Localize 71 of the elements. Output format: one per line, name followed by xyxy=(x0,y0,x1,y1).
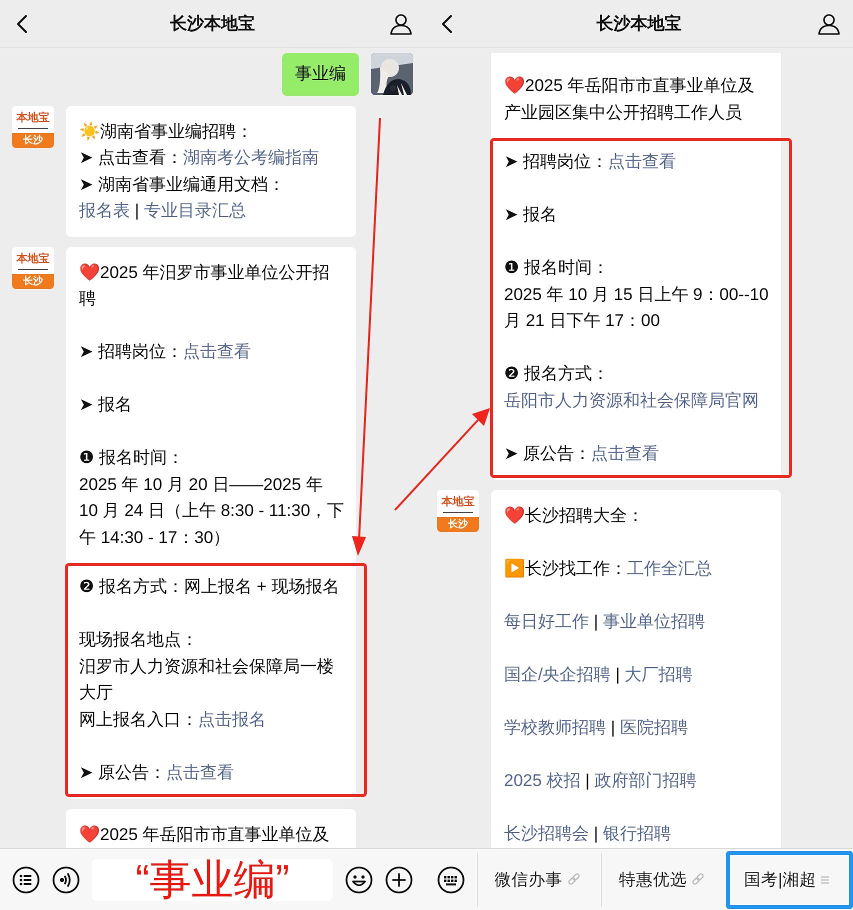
link[interactable]: 报名表 xyxy=(79,201,130,220)
link[interactable]: 银行招聘 xyxy=(602,824,671,843)
message-text: ➤ 湖南省事业编通用文档： xyxy=(79,174,286,196)
message-text: 2025 年 10 月 20 日——2025 年 10 月 24 日（上午 8:30 - 11:30，下午 14:30 - 17：30） xyxy=(79,474,345,548)
link[interactable]: 每日好工作 xyxy=(504,612,589,631)
logo-text: 本地宝 xyxy=(16,110,50,126)
message-text: 汨罗市人力资源和社会保障局一楼大厅 xyxy=(79,656,335,704)
link[interactable]: 点击查看 xyxy=(608,152,676,171)
logo-text: 本地宝 xyxy=(442,495,474,510)
link[interactable]: 大厂招聘 xyxy=(624,665,693,684)
link[interactable]: 国企/央企招聘 xyxy=(504,665,611,684)
link-icon xyxy=(690,872,705,886)
city-label: 长沙 xyxy=(437,517,479,532)
message-text: 现场报名地点： xyxy=(79,629,199,651)
message-text: ➤ 原公告：点击查看 xyxy=(504,442,660,464)
message-text: ❤2025 年岳阳市市直事业单位及产业园区集中公开招聘工作人员 xyxy=(504,75,756,124)
message-text: 报名表 | 专业目录汇总 xyxy=(79,200,247,222)
link[interactable]: 点击查看 xyxy=(166,762,234,782)
message-text: 2025 年 10 月 15 日上午 9：00--10 月 21 日下午 17：00 xyxy=(504,284,770,332)
emoji-button[interactable] xyxy=(345,866,373,894)
link[interactable]: 点击报名 xyxy=(198,710,266,728)
message-text: ➤ 点击查看：湖南考公考编指南 xyxy=(79,147,320,169)
link[interactable]: 专业目录汇总 xyxy=(144,201,246,220)
chat-title: 长沙本地宝 xyxy=(596,13,682,35)
menu-button[interactable]: 国考|湘超 xyxy=(726,850,853,908)
message-text: ➤ 报名 xyxy=(79,394,133,416)
message-text: ➤ 报名 xyxy=(504,204,558,226)
message-text: 事业编 xyxy=(295,63,346,85)
message-text: ❷ 报名方式： xyxy=(504,363,610,385)
message-text: ❶ 报名时间： xyxy=(504,257,610,279)
menu-button[interactable] xyxy=(12,866,40,894)
message-text: ❤长沙招聘大全： xyxy=(504,505,645,527)
message-text: 网上报名入口：点击报名 xyxy=(79,708,267,730)
link[interactable]: 事业单位招聘 xyxy=(602,612,705,631)
link[interactable]: 工作全汇总 xyxy=(627,559,712,578)
account-avatar[interactable]: 本地宝 长沙 xyxy=(12,246,54,288)
message-text: ➤ 原公告：点击查看 xyxy=(79,762,235,784)
message-text: 2025 校招 | 政府部门招聘 xyxy=(504,770,698,792)
account-avatar[interactable]: 本地宝 长沙 xyxy=(437,490,479,532)
keyboard-button[interactable] xyxy=(437,866,465,894)
message-text: ☀湖南省事业编招聘： xyxy=(79,120,254,142)
message-text: 每日好工作 | 事业单位招聘 xyxy=(504,611,706,633)
link[interactable]: 点击查看 xyxy=(590,444,659,462)
menu-button[interactable]: 特惠优选 xyxy=(601,850,726,908)
plus-button[interactable] xyxy=(385,866,413,894)
link[interactable]: 湖南考公考编指南 xyxy=(182,148,319,167)
city-label: 长沙 xyxy=(12,274,54,288)
chat-title: 长沙本地宝 xyxy=(170,13,255,35)
link[interactable]: 点击查看 xyxy=(182,342,251,361)
menu-button[interactable]: 微信办事 xyxy=(477,850,602,908)
link[interactable]: 长沙招聘会 xyxy=(504,824,589,843)
message-text: ➤ 招聘岗位：点击查看 xyxy=(79,341,252,363)
message-text: ❷ 报名方式：网上报名 + 现场报名 xyxy=(79,576,340,598)
link[interactable]: 学校教师招聘 xyxy=(504,718,606,737)
message-text: ➤ 招聘岗位：点击查看 xyxy=(504,151,677,173)
voice-button[interactable] xyxy=(52,866,80,894)
link[interactable]: 岳阳市人力资源和社会保障局官网 xyxy=(504,390,759,410)
message-text: ❤2025 年汨罗市事业单位公开招聘 xyxy=(79,262,331,310)
message-text: ▶长沙找工作：工作全汇总 xyxy=(504,558,713,580)
link[interactable]: 政府部门招聘 xyxy=(594,771,696,790)
message-text: 学校教师招聘 | 医院招聘 xyxy=(504,717,689,739)
logo-text: 本地宝 xyxy=(16,252,50,266)
message-text: ❶ 报名时间： xyxy=(79,447,185,469)
link[interactable]: 医院招聘 xyxy=(620,718,688,737)
message-text: 国企/央企招聘 | 大厂招聘 xyxy=(504,664,694,686)
message-text: ❤2025 年岳阳市市直事业单位及 xyxy=(79,824,331,846)
link[interactable]: 2025 校招 xyxy=(504,771,581,790)
account-avatar[interactable]: 本地宝 长沙 xyxy=(12,106,54,148)
link-icon xyxy=(566,872,581,886)
city-label: 长沙 xyxy=(12,132,54,148)
message-text: 长沙招聘会 | 银行招聘 xyxy=(504,823,672,845)
